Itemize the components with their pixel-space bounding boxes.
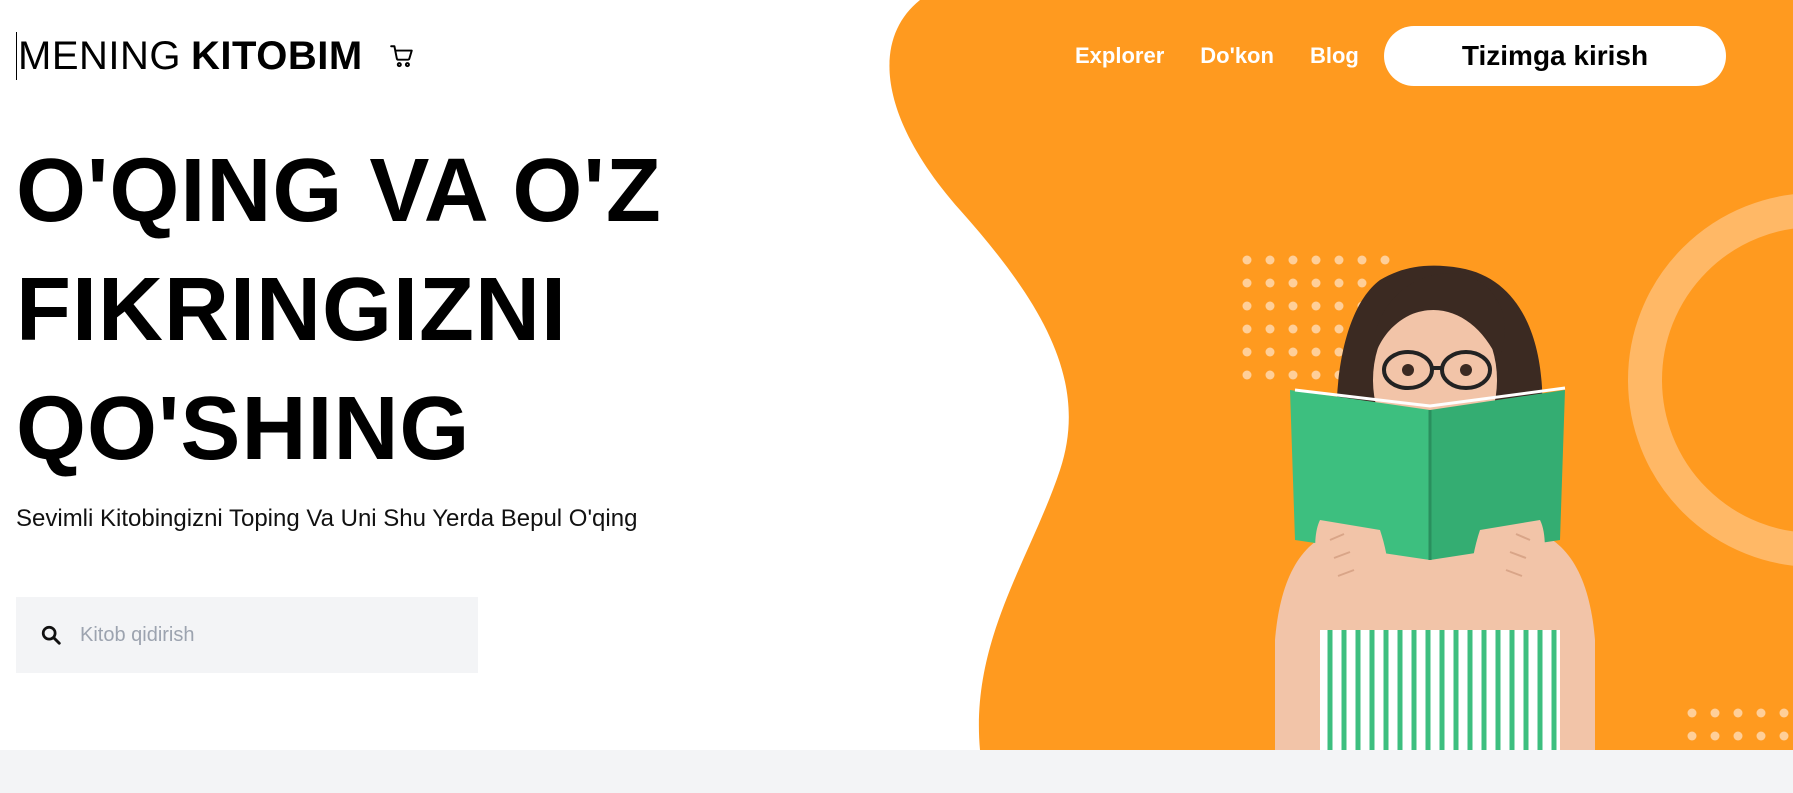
hero-headline: O'QING VA O'Z FIKRINGIZNI QO'SHING <box>16 141 662 479</box>
main-nav: Explorer Do'kon Blog <box>1075 38 1359 74</box>
nav-link-dokon[interactable]: Do'kon <box>1200 38 1274 74</box>
login-button[interactable]: Tizimga kirish <box>1384 26 1726 86</box>
search-input[interactable] <box>78 622 442 648</box>
nav-link-explorer[interactable]: Explorer <box>1075 38 1164 74</box>
nav-link-blog[interactable]: Blog <box>1310 38 1359 74</box>
page: MENING KITOBIM Explorer Do'kon Blog Tizi… <box>0 0 1793 793</box>
hero-section: MENING KITOBIM Explorer Do'kon Blog Tizi… <box>0 0 1793 750</box>
text-cursor <box>16 32 17 80</box>
cart-icon[interactable] <box>389 43 415 69</box>
next-section-band <box>0 750 1793 793</box>
logo-bold-text: KITOBIM <box>191 34 363 78</box>
hero-subtitle: Sevimli Kitobingizni Toping Va Uni Shu Y… <box>16 505 638 532</box>
logo[interactable]: MENING KITOBIM <box>16 32 415 80</box>
search-bar[interactable] <box>16 597 478 673</box>
search-icon <box>40 624 62 646</box>
striped-top <box>1320 630 1560 750</box>
woman-reading-illustration <box>1275 265 1595 750</box>
logo-light-text: MENING <box>18 34 181 78</box>
